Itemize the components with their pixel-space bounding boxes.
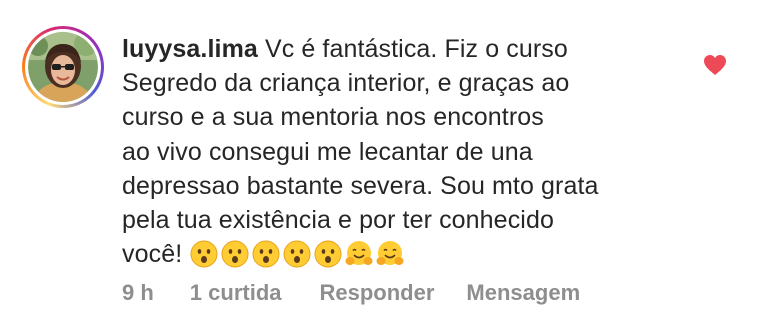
avatar[interactable] — [28, 32, 98, 102]
comment-line-last: você! — [122, 237, 682, 271]
comment-text: depressao bastante severa. Sou mto grata — [122, 171, 599, 200]
reply-button[interactable]: Responder — [320, 280, 435, 306]
avatar-story-ring[interactable] — [22, 26, 104, 108]
hugging-face-icon — [345, 241, 373, 266]
hushed-face-icon — [252, 240, 280, 268]
hushed-face-icon — [221, 240, 249, 268]
avatar-ring-gap — [25, 29, 101, 105]
hushed-face-icon — [190, 240, 218, 268]
hugging-face-icon — [376, 241, 404, 266]
hushed-face-icon — [314, 240, 342, 268]
comment-meta: 9 h 1 curtida Responder Mensagem — [122, 280, 580, 306]
comment-item: luyysa.lima Vc é fantástica. Fiz o curso… — [0, 0, 768, 336]
comment-body: luyysa.lima Vc é fantástica. Fiz o curso… — [122, 32, 682, 271]
heart-icon[interactable] — [703, 54, 727, 76]
emoji-row — [190, 240, 404, 268]
like-count-link[interactable]: 1 curtida — [190, 280, 282, 306]
comment-text: pela tua existência e por ter conhecido — [122, 206, 554, 235]
comment-timestamp: 9 h — [122, 280, 154, 305]
hushed-face-icon — [283, 240, 311, 268]
comment-text: curso e a sua mentoria nos encontros — [122, 103, 544, 132]
message-button[interactable]: Mensagem — [466, 280, 580, 306]
comment-text: você! — [122, 240, 183, 269]
comment-text: ao vivo consegui me lecantar de una — [122, 137, 533, 166]
comment-text: Segredo da criança interior, e graças ao — [122, 69, 570, 98]
comment-text: Vc é fantástica. Fiz o curso — [264, 35, 568, 63]
comment-line-1: luyysa.lima Vc é fantástica. Fiz o curso — [122, 32, 682, 66]
username-link[interactable]: luyysa.lima — [122, 35, 258, 63]
